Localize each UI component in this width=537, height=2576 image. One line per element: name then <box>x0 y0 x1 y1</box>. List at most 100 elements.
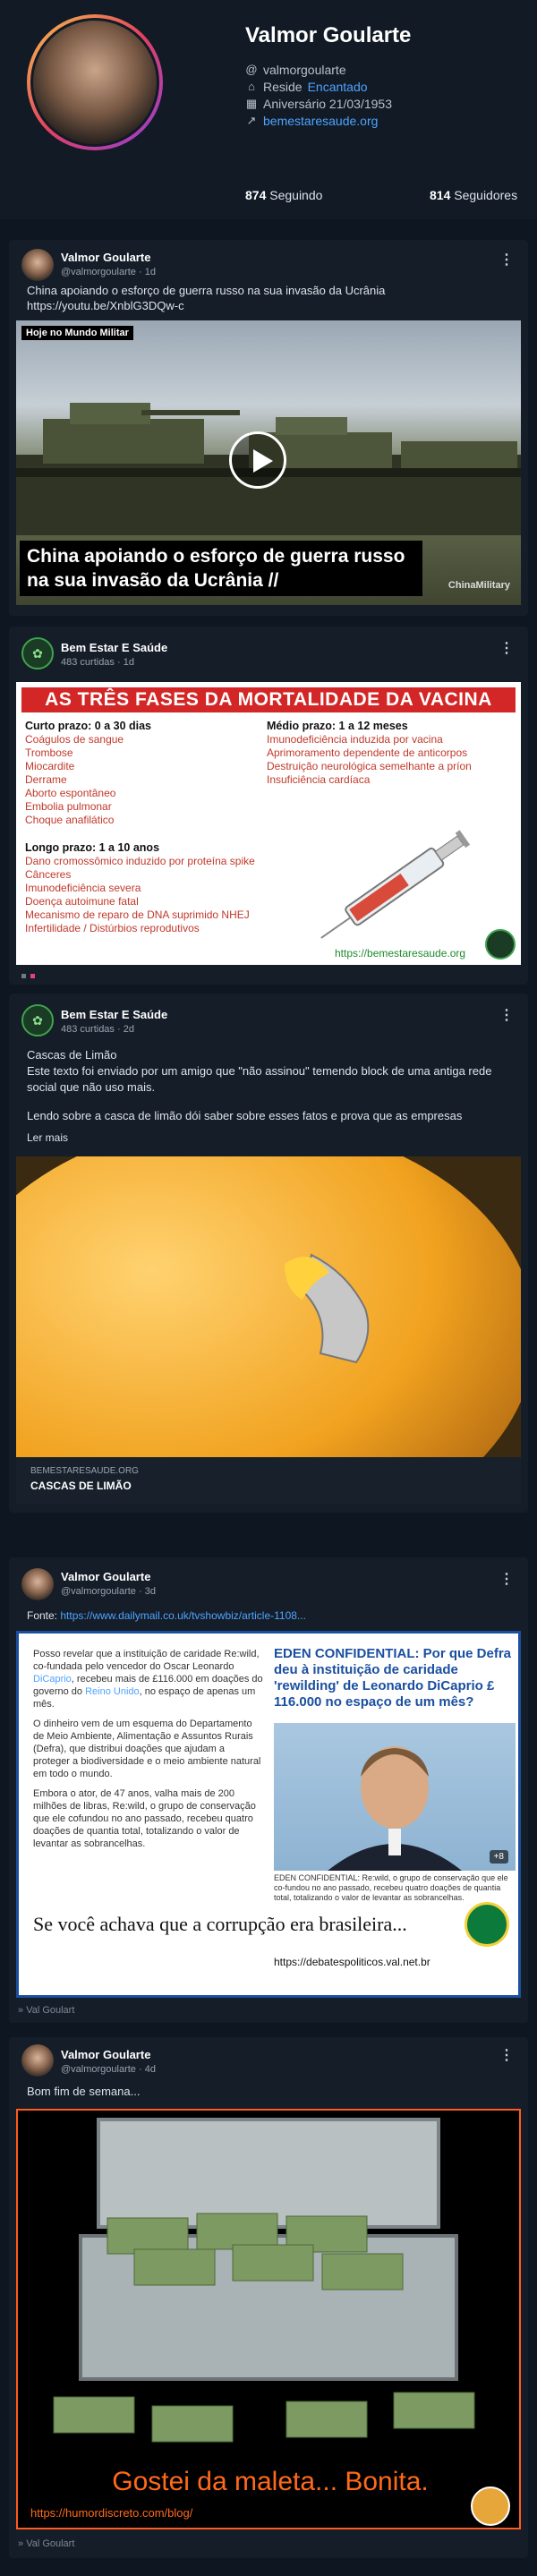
lemon-illustration <box>16 1156 521 1457</box>
post-card: Valmor Goularte @valmorgoularte · 3d ⋮ F… <box>9 1557 528 2023</box>
post-link[interactable]: https://youtu.be/XnblG3DQw-c <box>27 298 184 314</box>
profile-handle: valmorgoularte <box>263 63 346 77</box>
post-author[interactable]: Valmor Goularte <box>61 1570 150 1583</box>
logo-badge-icon <box>485 929 516 960</box>
article-screenshot[interactable]: Posso revelar que a instituição de carid… <box>16 1631 521 1998</box>
list-item: Cânceres <box>25 868 72 881</box>
post-author[interactable]: Valmor Goularte <box>61 251 150 264</box>
avatar[interactable] <box>21 249 54 281</box>
article-paragraph: Posso revelar que a instituição de carid… <box>33 1649 263 1710</box>
post-meta: @valmorgoularte · 4d <box>61 2064 156 2075</box>
post-body: Este texto foi enviado por um amigo que … <box>27 1064 492 1094</box>
article-title: EDEN CONFIDENTIAL: Por que Defra deu à i… <box>274 1646 512 1710</box>
profile-handle-row: @ valmorgoularte <box>245 63 346 77</box>
post-handle: @valmorgoularte <box>61 1586 136 1597</box>
profile-city-link[interactable]: Encantado <box>308 80 368 94</box>
list-item: Coágulos de sangue <box>25 733 124 746</box>
list-item: Insuficiência cardíaca <box>267 773 371 786</box>
avatar[interactable]: ✿ <box>21 637 54 670</box>
list-item: Dano cromossômico induzido por proteína … <box>25 855 255 867</box>
infographic-footer: https://bemestaresaude.org <box>335 947 466 960</box>
followers-count: 814 <box>430 188 451 202</box>
post-author[interactable]: Bem Estar E Saúde <box>61 641 167 654</box>
source-link[interactable]: https://www.dailymail.co.uk/tvshowbiz/ar… <box>60 1609 306 1622</box>
post-time[interactable]: 4d <box>145 2064 156 2075</box>
following-stat[interactable]: 874 Seguindo <box>245 188 322 202</box>
medium-term-list: Médio prazo: 1 a 12 meses Imunodeficiênc… <box>267 720 517 787</box>
photo-count-badge[interactable]: +8 <box>489 1850 508 1864</box>
post-meta: @valmorgoularte · 1d <box>61 267 156 277</box>
via-name[interactable]: Val Goulart <box>26 2005 74 2016</box>
article-paragraph: O dinheiro vem de um esquema do Departam… <box>33 1719 261 1779</box>
portrait-illustration <box>328 1746 462 1871</box>
following-count: 874 <box>245 188 267 202</box>
post-time[interactable]: 3d <box>145 1586 156 1597</box>
uk-link[interactable]: Reino Unido <box>85 1686 140 1697</box>
more-options-icon[interactable]: ⋮ <box>499 2046 514 2064</box>
money-case-illustration <box>53 2118 475 2443</box>
post-card: Valmor Goularte @valmorgoularte · 4d ⋮ B… <box>9 2037 528 2558</box>
list-item: Miocardite <box>25 760 75 772</box>
profile-header: Valmor Goularte @ valmorgoularte ⌂ Resid… <box>0 0 537 219</box>
profile-avatar[interactable] <box>27 14 163 150</box>
long-term-heading: Longo prazo: 1 a 10 anos <box>25 841 160 854</box>
post-text: Bom fim de semana... <box>27 2085 141 2098</box>
more-options-icon[interactable]: ⋮ <box>499 1570 514 1588</box>
via-icon: » <box>18 2538 24 2549</box>
home-icon: ⌂ <box>248 80 255 93</box>
more-options-icon[interactable]: ⋮ <box>499 639 514 657</box>
article-photo: +8 <box>274 1723 516 1871</box>
meme-image[interactable]: Gostei da maleta... Bonita. https://humo… <box>16 2109 521 2529</box>
post-card: ✿ Bem Estar E Saúde 483 curtidas · 1d ⋮ … <box>9 627 528 985</box>
article-body: Posso revelar que a instituição de carid… <box>33 1648 264 1857</box>
humor-logo-icon <box>471 2486 510 2526</box>
avatar[interactable]: ✿ <box>21 1004 54 1036</box>
video-tag: Hoje no Mundo Militar <box>21 326 133 340</box>
carousel-dot[interactable] <box>21 974 26 978</box>
via-row: » Val Goulart <box>18 2005 74 2016</box>
followers-stat[interactable]: 814 Seguidores <box>430 188 517 202</box>
profile-lives-prefix: Reside <box>263 80 303 94</box>
post-author[interactable]: Bem Estar E Saúde <box>61 1008 167 1021</box>
syringe-icon <box>320 830 471 939</box>
list-item: Imunodeficiência severa <box>25 882 141 894</box>
list-item: Doença autoimune fatal <box>25 895 139 908</box>
video-thumbnail[interactable]: Hoje no Mundo Militar China apoiando o e… <box>16 320 521 605</box>
post-author[interactable]: Valmor Goularte <box>61 2048 150 2061</box>
brazil-flag-badge-icon <box>465 1902 509 1947</box>
post-body: Lendo sobre a casca de limão dói saber s… <box>27 1109 463 1122</box>
post-meta: 483 curtidas · 1d <box>61 657 134 668</box>
more-options-icon[interactable]: ⋮ <box>499 251 514 269</box>
more-options-icon[interactable]: ⋮ <box>499 1006 514 1024</box>
list-item: Aprimoramento dependente de anticorpos <box>267 746 468 759</box>
link-preview-card[interactable]: BEMESTARESAUDE.ORG CASCAS DE LIMÃO <box>16 1156 521 1504</box>
followers-label: Seguidores <box>454 188 518 202</box>
article-site: https://debatespoliticos.val.net.br <box>274 1956 430 1968</box>
via-name[interactable]: Val Goulart <box>26 2538 74 2549</box>
post-meta: @valmorgoularte · 3d <box>61 1586 156 1597</box>
post-time[interactable]: 1d <box>145 267 156 277</box>
dicaprio-link[interactable]: DiCaprio <box>33 1674 72 1685</box>
short-term-heading: Curto prazo: 0 a 30 dias <box>25 720 152 732</box>
carousel-dot-active[interactable] <box>30 974 35 978</box>
read-more-link[interactable]: Ler mais <box>27 1130 68 1146</box>
profile-website-link[interactable]: bemestaresaude.org <box>263 114 378 128</box>
post-text: China apoiando o esforço de guerra russo… <box>27 284 386 297</box>
avatar[interactable] <box>21 1568 54 1600</box>
post-time[interactable]: 1d <box>124 657 134 668</box>
post-time[interactable]: 2d <box>124 1024 134 1035</box>
short-term-list: Curto prazo: 0 a 30 dias Coágulos de san… <box>25 720 258 827</box>
infographic-image[interactable]: AS TRÊS FASES DA MORTALIDADE DA VACINA C… <box>16 682 521 965</box>
meme-url: https://humordiscreto.com/blog/ <box>30 2506 193 2520</box>
via-row: » Val Goulart <box>18 2538 74 2549</box>
post-likes: 483 curtidas <box>61 1024 115 1035</box>
long-term-list: Longo prazo: 1 a 10 anos Dano cromossômi… <box>25 841 294 935</box>
link-icon: ↗ <box>246 114 257 127</box>
play-icon[interactable] <box>229 431 286 489</box>
avatar[interactable] <box>21 2044 54 2077</box>
post-likes: 483 curtidas <box>61 657 115 668</box>
video-watermark: ChinaMilitary <box>448 580 510 591</box>
post-handle: @valmorgoularte <box>61 2064 136 2075</box>
list-item: Aborto espontâneo <box>25 787 116 799</box>
list-item: Imunodeficiência induzida por vacina <box>267 733 443 746</box>
